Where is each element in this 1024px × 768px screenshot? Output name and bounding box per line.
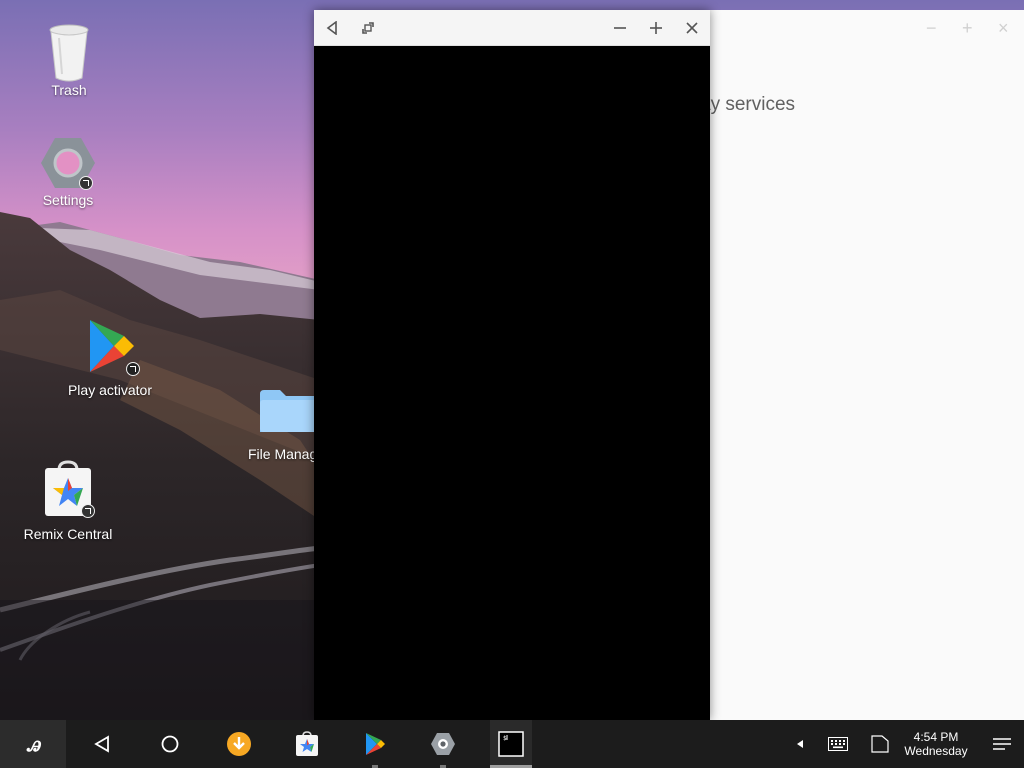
background-window-text: ay services (700, 94, 796, 115)
download-app-icon (227, 732, 251, 756)
remix-central-store-icon (296, 731, 318, 756)
home-icon (161, 735, 179, 753)
tray-expand-icon (797, 740, 803, 748)
play-store-icon (366, 733, 385, 755)
terminal-icon: $ (498, 731, 524, 757)
signal-icon (871, 735, 889, 753)
desktop-icon-label: Remix Central (23, 526, 113, 542)
maximize-icon[interactable]: + (962, 19, 973, 37)
close-icon[interactable] (682, 18, 702, 38)
taskbar-app-remix-central[interactable] (288, 720, 326, 768)
settings-gear-icon (431, 733, 455, 755)
nav-back-button[interactable] (84, 720, 120, 768)
nav-home-button[interactable] (152, 720, 188, 768)
play-store-icon (84, 318, 140, 376)
trash-icon (47, 24, 91, 82)
clock-time: 4:54 PM (913, 730, 959, 744)
background-window[interactable]: − + × ay services (700, 10, 1024, 720)
start-logo-icon: ꭿ (26, 731, 40, 757)
shortcut-arrow-icon (79, 176, 93, 190)
desktop-icon-label: Play activator (67, 382, 153, 398)
desktop-icon-trash[interactable]: Trash (38, 24, 100, 98)
tray-expand-button[interactable] (790, 720, 810, 768)
taskbar-app-settings[interactable] (424, 720, 462, 768)
desktop-icon-file-manager[interactable]: File Manag (246, 388, 314, 462)
window-titlebar[interactable] (314, 10, 710, 46)
remix-central-store-icon (43, 460, 95, 518)
back-icon (94, 735, 109, 753)
desktop-icon-remix-central[interactable]: Remix Central (20, 460, 116, 542)
desktop-icon-label: Settings (42, 192, 94, 208)
desktop-icon-play-activator[interactable]: Play activator (58, 318, 162, 398)
start-menu-button[interactable]: ꭿ (0, 720, 66, 768)
svg-text:$: $ (503, 735, 507, 742)
system-clock[interactable]: 4:54 PM Wednesday (900, 730, 972, 758)
clock-day: Wednesday (904, 744, 968, 758)
close-icon[interactable]: × (998, 19, 1009, 37)
minimize-icon[interactable]: − (926, 19, 937, 37)
back-icon[interactable] (322, 18, 342, 38)
notifications-menu-icon (993, 738, 1011, 750)
taskbar-app-download[interactable] (220, 720, 258, 768)
desktop-icon-label: File Manag (248, 446, 314, 462)
background-window-titlebar[interactable]: − + × (700, 10, 1024, 46)
desktop-icon-settings[interactable]: Settings (30, 136, 106, 208)
maximize-icon[interactable] (646, 18, 666, 38)
resize-icon[interactable] (358, 18, 378, 38)
shortcut-arrow-icon (81, 504, 95, 518)
notifications-menu-button[interactable] (990, 720, 1014, 768)
taskbar-app-play-store[interactable] (356, 720, 394, 768)
taskbar-app-terminal[interactable]: $ (490, 720, 532, 768)
minimize-icon[interactable] (610, 18, 630, 38)
taskbar: ꭿ $ 4:54 PM Wednesday (0, 720, 1024, 768)
folder-icon (260, 388, 314, 436)
signal-status[interactable] (866, 720, 894, 768)
keyboard-button[interactable] (824, 720, 852, 768)
keyboard-icon (828, 737, 848, 751)
app-content-area[interactable] (314, 46, 710, 720)
foreground-app-window[interactable] (314, 10, 710, 720)
shortcut-arrow-icon (126, 362, 140, 376)
desktop-icon-label: Trash (51, 82, 87, 98)
settings-gear-icon (39, 136, 97, 192)
